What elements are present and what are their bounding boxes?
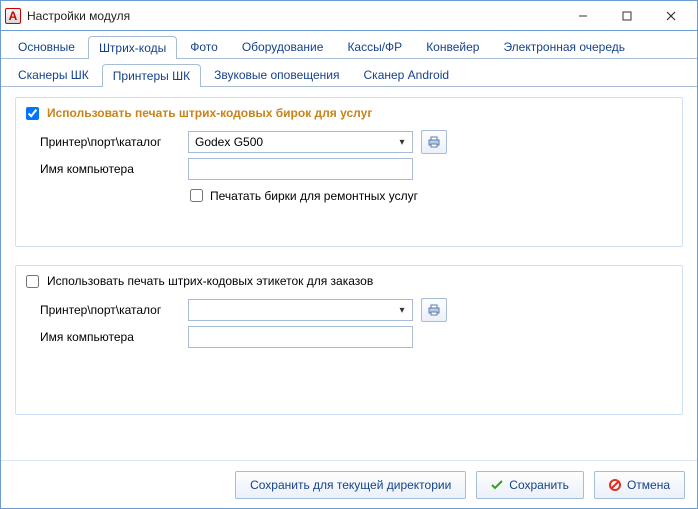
window-title: Настройки модуля <box>27 9 561 23</box>
services-printer-combo[interactable]: Godex G500 ▾ <box>188 131 413 153</box>
repair-services-label: Печатать бирки для ремонтных услуг <box>210 189 418 203</box>
maximize-icon <box>622 11 632 21</box>
services-computer-label: Имя компьютера <box>40 162 180 176</box>
orders-print-section: Использовать печать штрих-кодовых этикет… <box>15 265 683 415</box>
services-printer-settings-button[interactable] <box>421 130 447 154</box>
sub-tab-0[interactable]: Сканеры ШК <box>7 63 100 86</box>
main-tab-2[interactable]: Фото <box>179 35 229 58</box>
titlebar: A Настройки модуля <box>1 1 697 31</box>
services-printer-row: Принтер\порт\каталог Godex G500 ▾ <box>40 130 672 154</box>
printer-icon <box>427 303 441 317</box>
orders-printer-combo[interactable]: ▾ <box>188 299 413 321</box>
save-label: Сохранить <box>509 478 569 492</box>
save-current-dir-button[interactable]: Сохранить для текущей директории <box>235 471 466 499</box>
maximize-button[interactable] <box>605 2 649 30</box>
window-controls <box>561 2 693 30</box>
save-current-dir-label: Сохранить для текущей директории <box>250 478 451 492</box>
orders-printer-settings-button[interactable] <box>421 298 447 322</box>
settings-window: A Настройки модуля ОсновныеШтрих-кодыФот… <box>0 0 698 509</box>
cancel-icon <box>609 479 621 491</box>
sub-tab-3[interactable]: Сканер Android <box>353 63 461 86</box>
content-area: Использовать печать штрих-кодовых бирок … <box>1 87 697 460</box>
main-tabstrip: ОсновныеШтрих-кодыФотоОборудованиеКассы/… <box>1 31 697 59</box>
check-icon <box>491 479 503 491</box>
services-printer-label: Принтер\порт\каталог <box>40 135 180 149</box>
orders-computer-label: Имя компьютера <box>40 330 180 344</box>
minimize-button[interactable] <box>561 2 605 30</box>
save-button[interactable]: Сохранить <box>476 471 584 499</box>
orders-computer-row: Имя компьютера <box>40 326 672 348</box>
repair-services-row: Печатать бирки для ремонтных услуг <box>186 186 672 205</box>
sub-tabstrip: Сканеры ШКПринтеры ШКЗвуковые оповещения… <box>1 59 697 87</box>
spacer <box>15 433 683 454</box>
use-services-print-row: Использовать печать штрих-кодовых бирок … <box>26 106 672 120</box>
orders-computer-input[interactable] <box>188 326 413 348</box>
services-computer-row: Имя компьютера <box>40 158 672 180</box>
chevron-down-icon: ▾ <box>394 133 410 151</box>
services-computer-input[interactable] <box>188 158 413 180</box>
use-services-print-label: Использовать печать штрих-кодовых бирок … <box>47 106 372 120</box>
main-tab-0[interactable]: Основные <box>7 35 86 58</box>
close-button[interactable] <box>649 2 693 30</box>
services-print-section: Использовать печать штрих-кодовых бирок … <box>15 97 683 247</box>
footer: Сохранить для текущей директории Сохрани… <box>1 460 697 508</box>
main-tab-3[interactable]: Оборудование <box>231 35 335 58</box>
main-tab-5[interactable]: Конвейер <box>415 35 490 58</box>
use-services-print-checkbox[interactable] <box>26 107 39 120</box>
sub-tab-2[interactable]: Звуковые оповещения <box>203 63 350 86</box>
repair-services-checkbox[interactable] <box>190 189 203 202</box>
orders-printer-row: Принтер\порт\каталог ▾ <box>40 298 672 322</box>
use-orders-print-label: Использовать печать штрих-кодовых этикет… <box>47 274 373 288</box>
services-printer-value: Godex G500 <box>195 135 263 149</box>
app-icon: A <box>5 8 21 24</box>
printer-icon <box>427 135 441 149</box>
main-tab-4[interactable]: Кассы/ФР <box>336 35 413 58</box>
chevron-down-icon: ▾ <box>394 301 410 319</box>
orders-printer-label: Принтер\порт\каталог <box>40 303 180 317</box>
main-tab-6[interactable]: Электронная очередь <box>492 35 636 58</box>
cancel-button[interactable]: Отмена <box>594 471 685 499</box>
use-orders-print-checkbox[interactable] <box>26 275 39 288</box>
close-icon <box>666 11 676 21</box>
cancel-label: Отмена <box>627 478 670 492</box>
main-tab-1[interactable]: Штрих-коды <box>88 36 177 59</box>
minimize-icon <box>578 11 588 21</box>
sub-tab-1[interactable]: Принтеры ШК <box>102 64 201 87</box>
use-orders-print-row: Использовать печать штрих-кодовых этикет… <box>26 274 672 288</box>
